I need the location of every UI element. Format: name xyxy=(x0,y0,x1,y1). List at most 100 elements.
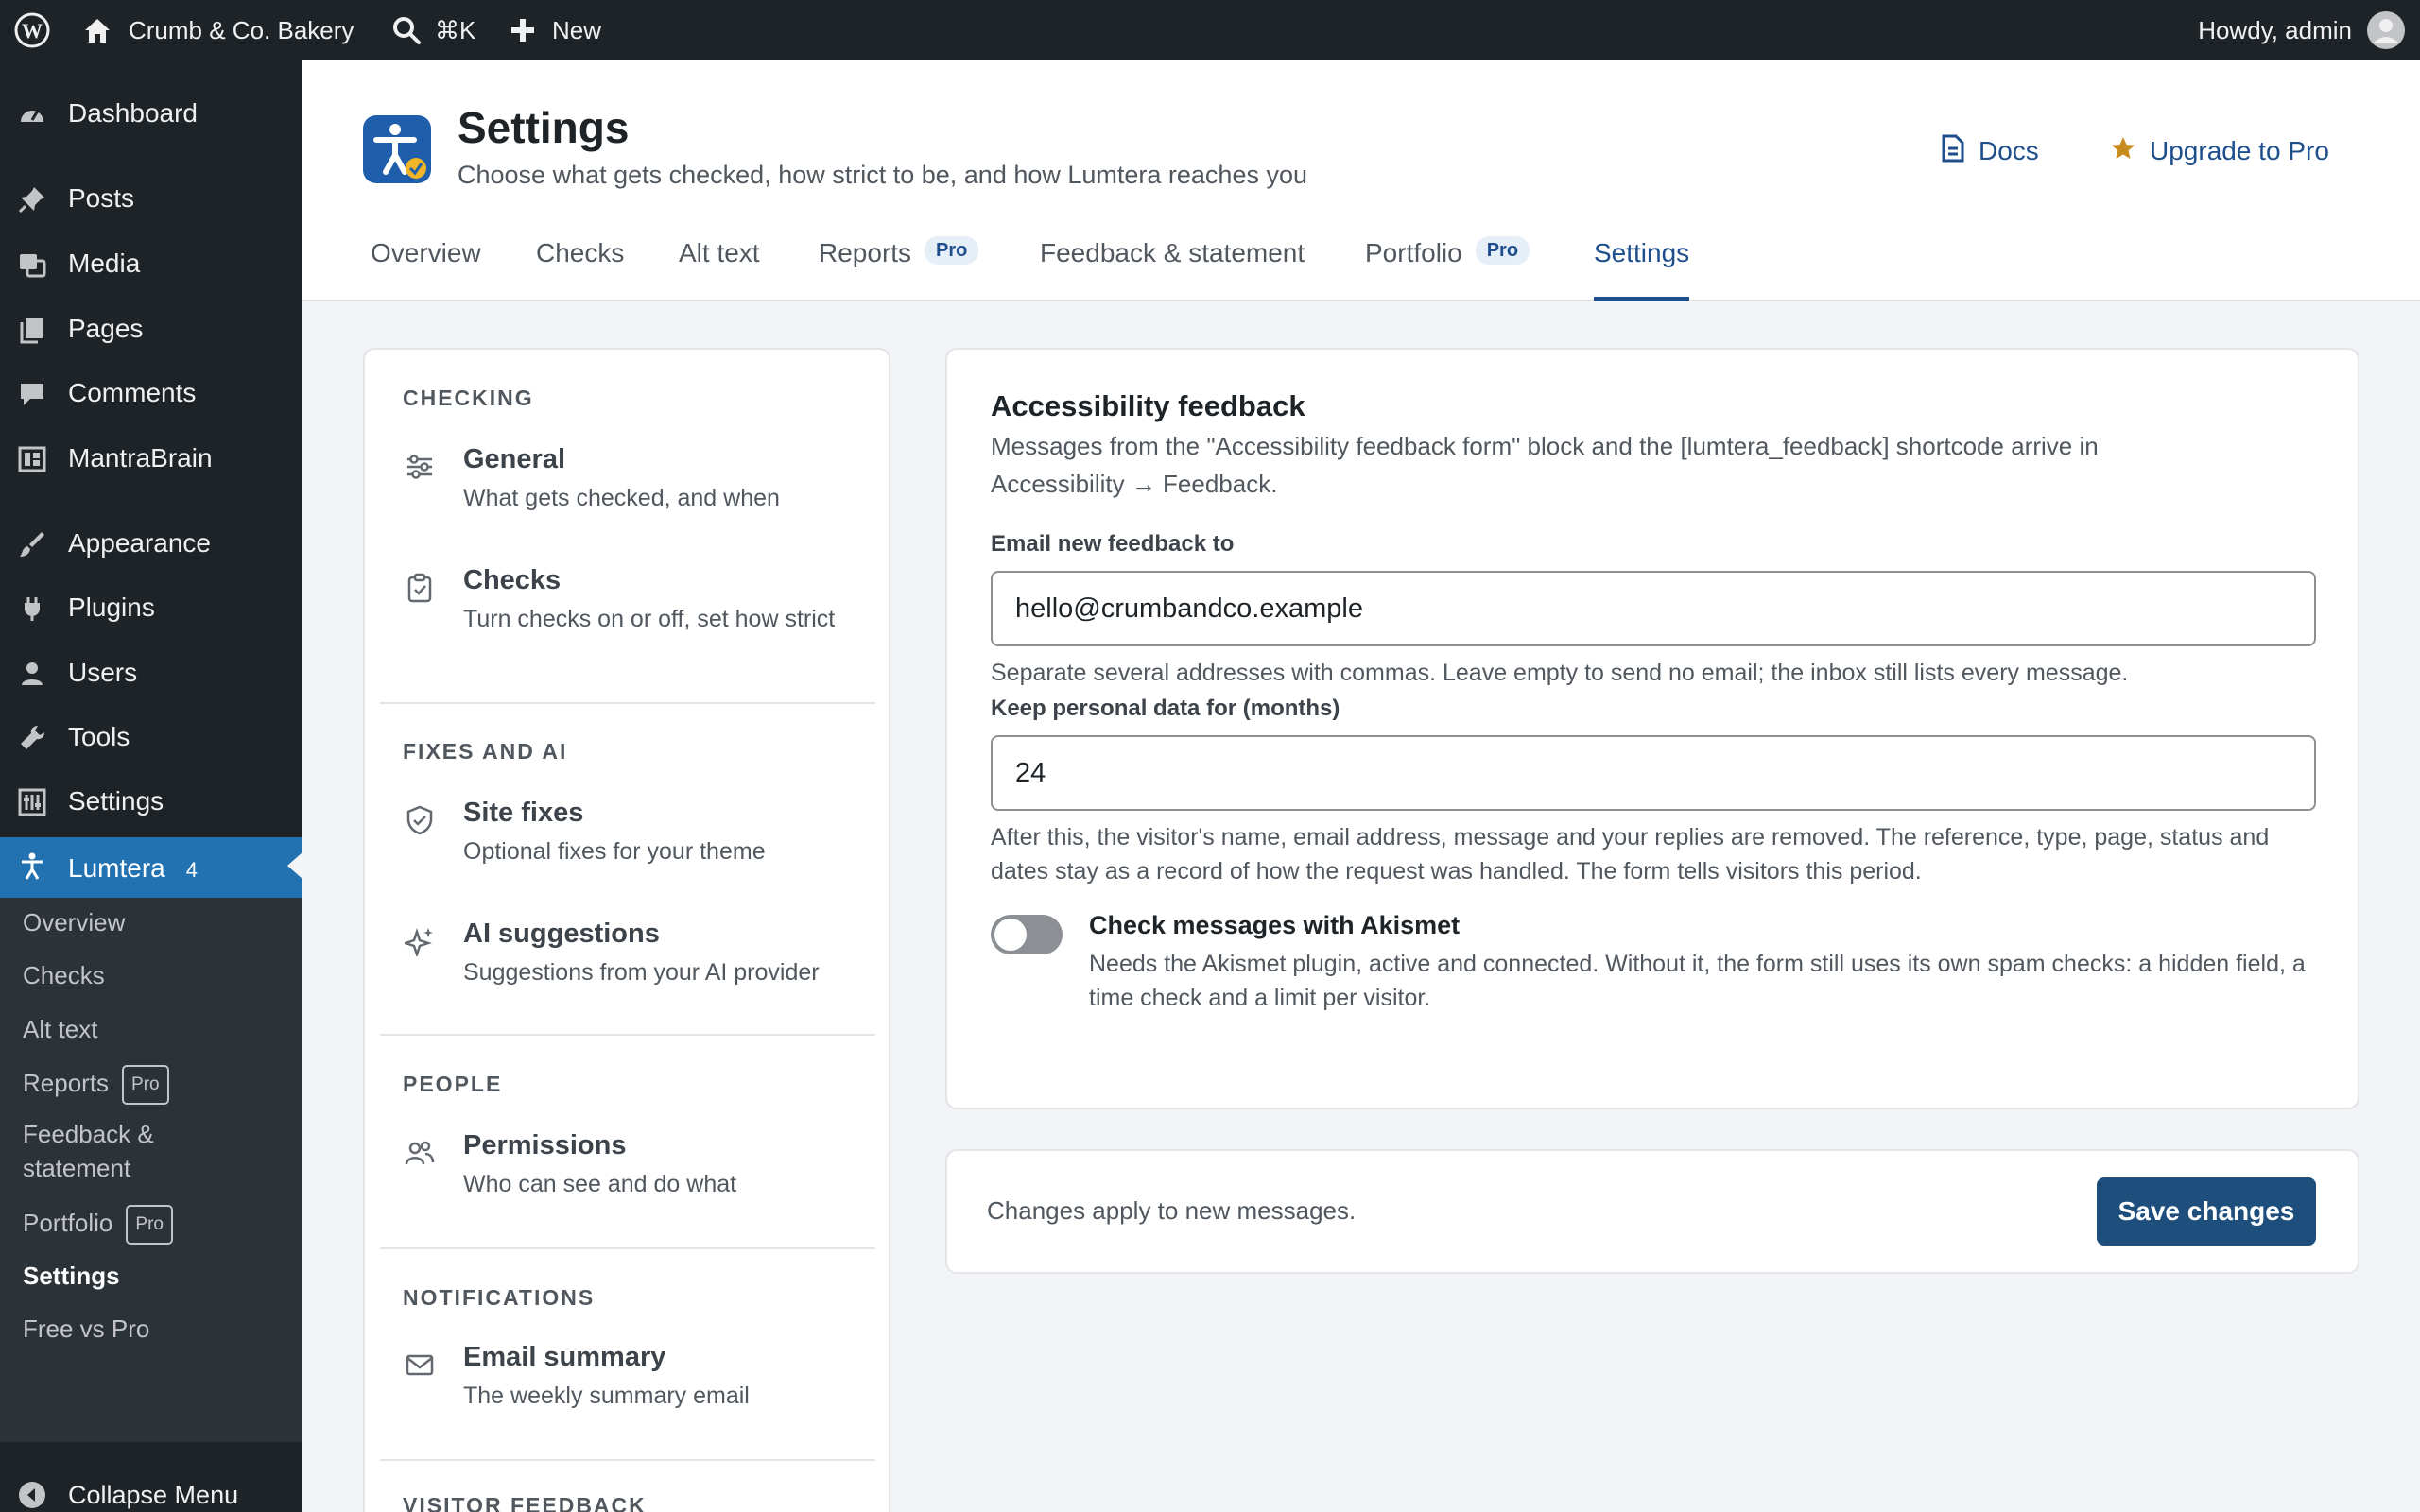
akismet-toggle-label: Check messages with Akismet xyxy=(1089,911,1461,939)
lumtera-submenu: Overview Checks Alt text Reports Pro Feed… xyxy=(0,898,302,1442)
svg-text:W: W xyxy=(22,19,43,43)
sidebar-item-pages[interactable]: Pages xyxy=(0,301,302,357)
upgrade-to-pro-link[interactable]: Upgrade to Pro xyxy=(2110,132,2329,170)
sidebar-item-label: MantraBrain xyxy=(68,443,213,472)
docs-label: Docs xyxy=(1979,136,2039,165)
akismet-toggle[interactable] xyxy=(991,915,1063,954)
sidebar-item-label: Posts xyxy=(68,183,135,213)
dashboard-icon xyxy=(17,99,47,129)
nav-item-description: Suggestions from your AI provider xyxy=(463,959,820,986)
sidebar-item-settings[interactable]: Settings xyxy=(0,773,302,830)
sidebar-item-posts[interactable]: Posts xyxy=(0,170,302,227)
settings-nav-checks[interactable]: Checks Turn checks on or off, set how st… xyxy=(388,565,870,669)
settings-nav-email-summary[interactable]: Email summary The weekly summary email xyxy=(388,1342,870,1418)
email-field-label: Email new feedback to xyxy=(991,531,1235,557)
sidebar-item-comments[interactable]: Comments xyxy=(0,365,302,421)
pro-badge: Pro xyxy=(925,236,979,265)
sidebar-item-dashboard[interactable]: Dashboard xyxy=(0,85,302,142)
submenu-item-checks[interactable]: Checks xyxy=(23,958,105,992)
sidebar-item-label: Tools xyxy=(68,722,130,751)
command-search-button[interactable]: ⌘K xyxy=(391,0,475,60)
sidebar-item-users[interactable]: Users xyxy=(0,644,302,701)
sidebar-item-label: Comments xyxy=(68,378,197,407)
brush-icon xyxy=(17,529,47,559)
settings-nav-general[interactable]: General What gets checked, and when xyxy=(388,444,870,520)
howdy-text: Howdy, admin xyxy=(2198,15,2352,44)
save-note: Changes apply to new messages. xyxy=(987,1196,1357,1225)
retention-field-label: Keep personal data for (months) xyxy=(991,696,1340,721)
submenu-item-alt-text[interactable]: Alt text xyxy=(23,1012,97,1046)
sidebar-item-label: Media xyxy=(68,249,141,278)
retention-months-field[interactable] xyxy=(991,735,2316,811)
nav-item-description: The weekly summary email xyxy=(463,1383,750,1409)
settings-nav-ai-suggestions[interactable]: AI suggestions Suggestions from your AI … xyxy=(388,919,870,994)
sidebar-item-label: Users xyxy=(68,658,138,687)
nav-item-title: Site fixes xyxy=(463,798,584,828)
submenu-item-reports[interactable]: Reports Pro xyxy=(23,1065,169,1105)
sidebar-item-lumtera[interactable]: Lumtera 4 xyxy=(0,837,302,900)
pin-icon xyxy=(17,184,47,215)
notification-count: 4 xyxy=(185,858,198,882)
clipboard-check-icon xyxy=(405,573,435,603)
account-menu[interactable]: Howdy, admin xyxy=(2198,0,2405,60)
nav-item-title: AI suggestions xyxy=(463,919,660,949)
save-changes-button[interactable]: Save changes xyxy=(2097,1177,2316,1246)
tab-reports[interactable]: Reports Pro xyxy=(819,236,979,301)
tab-checks[interactable]: Checks xyxy=(536,240,624,301)
sidebar-item-label: Settings xyxy=(68,786,164,816)
tab-overview[interactable]: Overview xyxy=(371,240,481,301)
sidebar-item-label: Lumtera 4 xyxy=(68,853,198,883)
new-content-button[interactable]: New xyxy=(509,0,601,60)
nav-item-description: Optional fixes for your theme xyxy=(463,838,766,865)
retention-help-text: After this, the visitor's name, email ad… xyxy=(991,824,2270,885)
page-title: Settings xyxy=(458,103,630,152)
search-shortcut: ⌘K xyxy=(435,15,476,44)
nav-item-description: Turn checks on or off, set how strict xyxy=(463,606,836,632)
wrench-icon xyxy=(17,723,47,753)
nav-item-title: Checks xyxy=(463,565,562,595)
sidebar-item-media[interactable]: Media xyxy=(0,235,302,292)
media-icon xyxy=(17,249,47,280)
admin-sidebar: Dashboard Posts Media Pages Comments Man… xyxy=(0,60,302,1512)
site-name: Crumb & Co. Bakery xyxy=(129,15,354,44)
plus-icon xyxy=(509,16,537,44)
people-icon xyxy=(405,1138,435,1168)
submenu-item-overview[interactable]: Overview xyxy=(23,905,125,939)
email-field[interactable] xyxy=(991,571,2316,646)
section-divider xyxy=(380,702,875,704)
sidebar-item-mantrabrain[interactable]: MantraBrain xyxy=(0,430,302,487)
wordpress-logo-icon[interactable]: W xyxy=(13,0,51,60)
section-heading-checking: CHECKING xyxy=(403,386,534,410)
tab-feedback-statement[interactable]: Feedback & statement xyxy=(1040,240,1305,301)
tab-alt-text[interactable]: Alt text xyxy=(679,240,760,301)
site-name-link[interactable]: Crumb & Co. Bakery xyxy=(81,0,354,60)
upgrade-label: Upgrade to Pro xyxy=(2150,136,2329,165)
submenu-item-settings[interactable]: Settings xyxy=(23,1259,120,1293)
submenu-item-portfolio[interactable]: Portfolio Pro xyxy=(23,1205,173,1245)
submenu-item-free-vs-pro[interactable]: Free vs Pro xyxy=(23,1312,149,1346)
docs-link[interactable]: Docs xyxy=(1941,132,2039,170)
admin-bar: W Crumb & Co. Bakery ⌘K New Howdy, admin xyxy=(0,0,2420,60)
shield-check-icon xyxy=(405,805,435,835)
new-label: New xyxy=(552,15,602,44)
settings-navigation: CHECKING General What gets checked, and … xyxy=(363,348,890,1512)
akismet-description: Needs the Akismet plugin, active and con… xyxy=(1089,951,2306,1011)
star-icon xyxy=(2110,135,2150,168)
avatar-icon xyxy=(2367,11,2405,49)
settings-nav-site-fixes[interactable]: Site fixes Optional fixes for your theme xyxy=(388,798,870,873)
submenu-item-feedback[interactable]: Feedback & statement xyxy=(23,1117,154,1185)
sidebar-item-appearance[interactable]: Appearance xyxy=(0,515,302,572)
tab-settings[interactable]: Settings xyxy=(1594,240,1690,301)
sidebar-item-label: Pages xyxy=(68,314,144,343)
card-description: Messages from the "Accessibility feedbac… xyxy=(991,432,2099,498)
section-heading-fixes-and-ai: FIXES AND AI xyxy=(403,739,568,764)
toggle-knob xyxy=(994,919,1027,951)
pro-badge: Pro xyxy=(1475,236,1530,265)
tab-portfolio[interactable]: Portfolio Pro xyxy=(1365,236,1530,301)
settings-nav-permissions[interactable]: Permissions Who can see and do what xyxy=(388,1130,870,1206)
mail-icon xyxy=(405,1349,435,1380)
sidebar-item-tools[interactable]: Tools xyxy=(0,709,302,765)
accessibility-icon xyxy=(17,851,47,882)
sidebar-item-plugins[interactable]: Plugins xyxy=(0,579,302,636)
collapse-menu-button[interactable]: Collapse Menu xyxy=(0,1467,302,1512)
